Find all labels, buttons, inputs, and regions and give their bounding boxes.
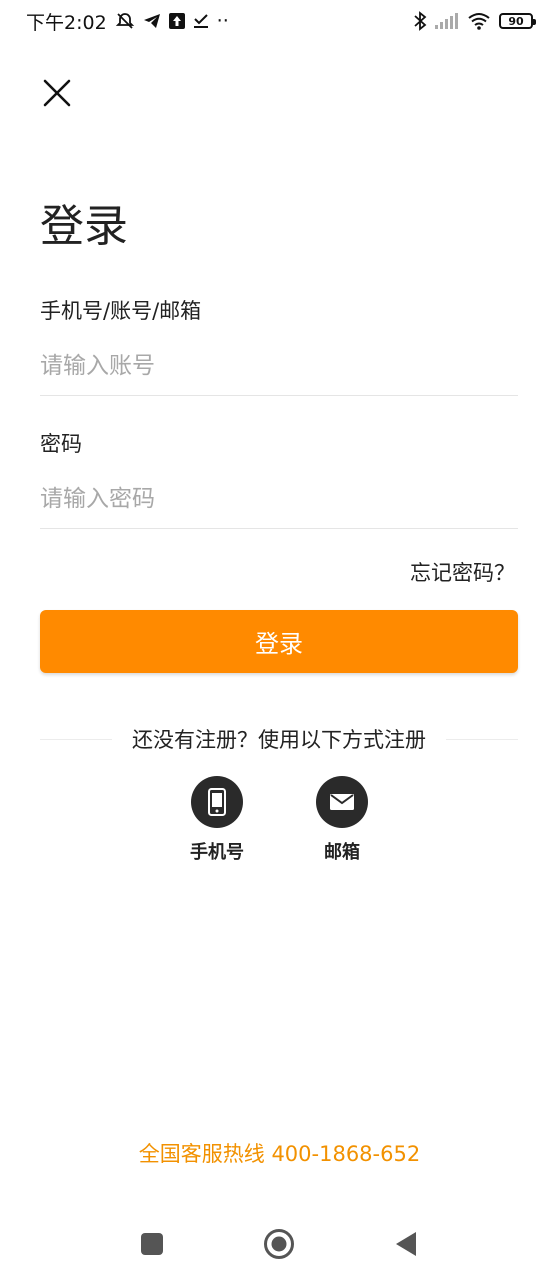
login-button[interactable]: 登录 [40,610,518,673]
back-triangle-icon [396,1232,416,1256]
page-title: 登录 [40,201,128,252]
battery-level: 90 [508,14,524,28]
wifi-icon [467,12,491,30]
register-divider: 还没有注册？使用以下方式注册 [40,724,518,754]
close-icon [43,79,71,107]
mail-icon [316,776,368,828]
check-download-icon [193,13,209,29]
account-label: 手机号/账号/邮箱 [40,299,202,323]
recent-apps-button[interactable] [132,1224,172,1264]
customer-hotline: 全国客服热线 400-1868-652 [138,1142,421,1166]
alarm-off-icon [115,11,135,31]
telegram-icon [143,12,161,30]
register-phone-button[interactable]: 手机号 [172,776,262,864]
back-button[interactable] [386,1224,426,1264]
square-icon [141,1233,163,1255]
home-circle-icon [264,1229,294,1259]
bluetooth-icon [413,11,427,31]
account-input[interactable] [40,336,518,396]
navigation-bar [0,1210,559,1280]
status-right: 90 [413,11,536,31]
status-time: 下午2:02 [26,11,107,34]
divider-line-right [446,738,518,740]
forgot-password-link[interactable]: 忘记密码？ [410,557,515,587]
signal-icon [435,13,459,29]
battery-icon: 90 [499,13,536,29]
status-bar: 下午2:02 ·· 90 [0,0,559,42]
register-prompt: 还没有注册？使用以下方式注册 [132,728,426,752]
register-email-label: 邮箱 [324,842,360,863]
divider-line-left [40,738,112,740]
status-left: 下午2:02 ·· [26,8,229,35]
phone-icon [191,776,243,828]
home-button[interactable] [259,1224,299,1264]
register-email-button[interactable]: 邮箱 [297,776,387,864]
upload-icon [168,13,185,29]
status-more: ·· [216,10,229,32]
close-button[interactable] [40,76,74,110]
password-label: 密码 [40,432,82,456]
password-input[interactable] [40,469,518,529]
register-phone-label: 手机号 [190,842,244,863]
